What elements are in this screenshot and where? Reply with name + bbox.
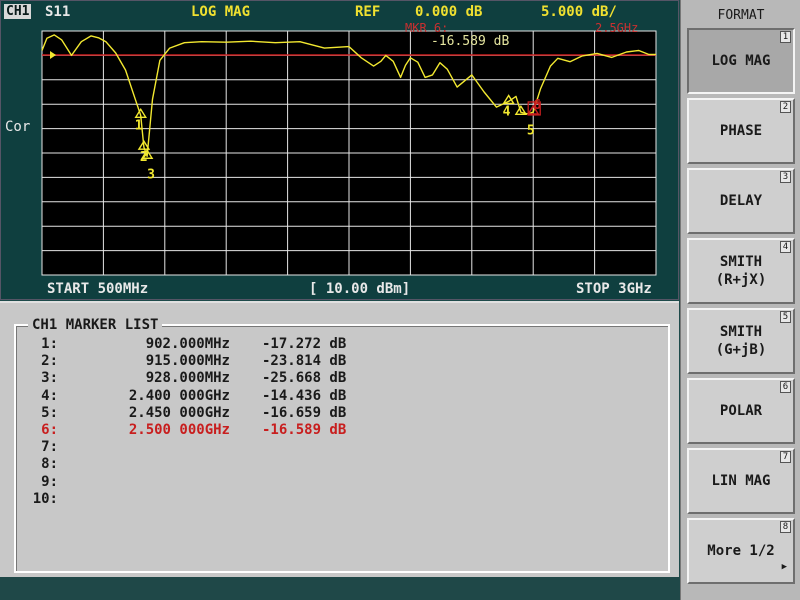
marker-5-label: 5 (527, 123, 535, 138)
softkey-number: 7 (780, 451, 791, 463)
marker-frequency: 915.000MHz (145, 353, 230, 370)
marker-value: -23.814 dB (262, 353, 347, 370)
softkey-label: DELAY (719, 193, 763, 209)
softkey-phase[interactable]: PHASE 2 (687, 98, 795, 164)
marker-index: 8: (41, 456, 58, 473)
marker-index: 3: (41, 370, 58, 387)
marker-list-title: CH1 MARKER LIST (28, 317, 163, 333)
marker-value: -16.659 dB (262, 404, 347, 421)
marker-value: -17.272 dB (262, 336, 347, 352)
graticule (41, 30, 657, 276)
softkey-more-1-2[interactable]: More 1/2 8 ▶ (687, 518, 795, 584)
softkey-number: 3 (780, 171, 791, 183)
softkey-label: PHASE (719, 123, 763, 139)
softkey-label: SMITH (G+jB) (715, 324, 767, 358)
softkey-label: LIN MAG (711, 473, 771, 489)
softkey-number: 6 (780, 381, 791, 393)
softkey-smith-r-jx[interactable]: SMITH (R+jX) 4 (687, 238, 795, 304)
softkey-number: 1 (780, 31, 791, 43)
channel-indicator[interactable]: CH1 (4, 4, 32, 19)
marker-index: 9: (41, 473, 58, 490)
softkey-menu-title: FORMAT (717, 8, 765, 23)
softkey-number: 5 (780, 311, 791, 323)
marker-frequency: 2.450 000GHz (128, 404, 230, 421)
trace-chart: 123456 (41, 30, 657, 276)
marker-frequency: 2.500 000GHz (128, 422, 230, 438)
active-marker-value: -16.589 dB (431, 34, 510, 49)
parameter-label: S11 (45, 4, 71, 20)
stop-frequency: STOP 3GHz (576, 281, 652, 297)
marker-value: -25.668 dB (262, 370, 347, 387)
marker-1-label: 1 (135, 118, 143, 133)
scale-value: 5.000 dB/ (541, 4, 617, 20)
marker-frequency: 902.000MHz (145, 336, 230, 352)
marker-index: 1: (41, 336, 58, 352)
source-power: [ 10.00 dBm] (309, 281, 411, 297)
marker-value: -16.589 dB (262, 422, 347, 438)
softkey-polar[interactable]: POLAR 6 (687, 378, 795, 444)
marker-6-label: 6 (533, 98, 541, 113)
active-marker-frequency: 2.5GHz (595, 21, 639, 35)
active-marker-label: MKR 6: (405, 21, 449, 35)
ref-value: 0.000 dB (415, 4, 483, 20)
format-label: LOG MAG (191, 4, 251, 20)
softkey-label: LOG MAG (711, 53, 771, 69)
softkey-number: 4 (780, 241, 791, 253)
start-frequency: START 500MHz (47, 281, 149, 297)
marker-list-panel: CH1 MARKER LIST 1: 902.000MHz -17.272 dB 2:… (0, 301, 679, 579)
marker-index: 10: (32, 490, 58, 507)
marker-index: 7: (41, 439, 58, 456)
softkey-delay[interactable]: DELAY 3 (687, 168, 795, 234)
softkey-number: 2 (780, 101, 791, 113)
softkey-lin-mag[interactable]: LIN MAG 7 (687, 448, 795, 514)
marker-value: -14.436 dB (262, 387, 347, 404)
softkey-label: SMITH (R+jX) (715, 254, 767, 288)
marker-index: 6: (41, 422, 58, 438)
ref-label: REF (355, 4, 381, 20)
marker-index: 5: (41, 404, 58, 421)
softkey-number: 8 (780, 521, 791, 533)
softkey-label: More 1/2 (707, 543, 775, 559)
softkey-label: POLAR (719, 403, 763, 419)
softkey-panel: FORMAT LOG MAG 1 PHASE 2 DELAY 3 SMITH (R+jX) 4… (680, 0, 800, 600)
softkey-log-mag[interactable]: LOG MAG 1 (687, 28, 795, 94)
marker-3-label: 3 (147, 167, 155, 182)
marker-4-label: 4 (503, 104, 511, 119)
triangle-right-icon: ▶ (781, 562, 787, 572)
softkey-smith-g-jb[interactable]: SMITH (G+jB) 5 (687, 308, 795, 374)
marker-frequency: 928.000MHz (145, 370, 230, 387)
marker-index: 2: (41, 353, 58, 370)
trace-display: 123456 CH1 S11 LOG MAG REF 0.000 dB 5.00… (0, 0, 679, 300)
marker-index: 4: (41, 387, 58, 404)
correction-indicator: Cor (5, 119, 31, 135)
marker-frequency: 2.400 000GHz (128, 387, 230, 404)
